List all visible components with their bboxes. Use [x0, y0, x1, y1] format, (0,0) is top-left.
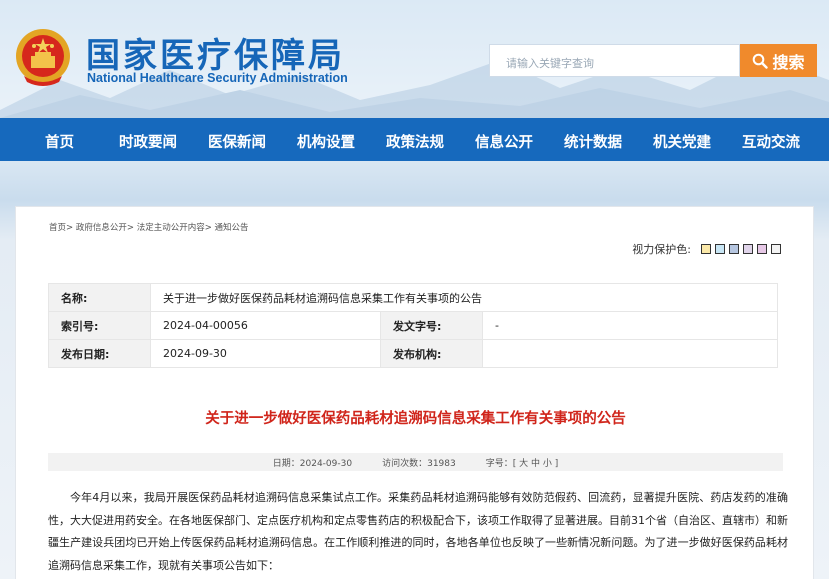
search-button[interactable]: 搜索: [740, 44, 817, 77]
vision-label: 视力保护色:: [632, 243, 691, 256]
nav-item-news[interactable]: 医保新闻: [208, 131, 266, 152]
name-label: 名称:: [48, 283, 151, 312]
date-label: 发布日期:: [48, 339, 151, 368]
color-swatch-pink[interactable]: [757, 244, 767, 254]
breadcrumb: 首页> 政府信息公开> 法定主动公开内容> 通知公告: [49, 223, 249, 233]
font-size-switch[interactable]: 字号：[ 大 中 小 ]: [486, 456, 558, 469]
nav-item-home[interactable]: 首页: [45, 131, 74, 152]
site-title[interactable]: 国家医疗保障局: [86, 28, 345, 77]
vision-protection-colors: 视力保护色:: [632, 241, 781, 257]
index-value: 2024-04-00056: [150, 311, 381, 340]
breadcrumb-disclosure[interactable]: 政府信息公开: [76, 223, 127, 233]
nav-item-organization[interactable]: 机构设置: [297, 131, 355, 152]
search-icon: [753, 53, 769, 69]
table-row: 索引号: 2024-04-00056 发文字号: -: [48, 311, 778, 340]
nav-item-politics[interactable]: 时政要闻: [119, 131, 177, 152]
color-swatch-yellow[interactable]: [701, 244, 711, 254]
document-info-table: 名称: 关于进一步做好医保药品耗材追溯码信息采集工作有关事项的公告 索引号: 2…: [48, 283, 778, 368]
search-input[interactable]: 请输入关键字查询: [489, 44, 740, 77]
breadcrumb-notices[interactable]: 通知公告: [215, 223, 249, 233]
color-swatch-slate[interactable]: [729, 244, 739, 254]
docno-value: -: [482, 311, 778, 340]
table-row: 名称: 关于进一步做好医保药品耗材追溯码信息采集工作有关事项的公告: [48, 283, 778, 312]
nav-item-policies[interactable]: 政策法规: [386, 131, 444, 152]
color-swatch-white[interactable]: [771, 244, 781, 254]
meta-views: 访问次数：31983: [382, 458, 456, 469]
docno-label: 发文字号:: [380, 311, 483, 340]
org-label: 发布机构:: [380, 339, 483, 368]
nav-item-interaction[interactable]: 互动交流: [742, 131, 800, 152]
breadcrumb-statutory[interactable]: 法定主动公开内容: [137, 223, 205, 233]
site-header: 国家医疗保障局 National Healthcare Security Adm…: [0, 0, 829, 120]
meta-date: 日期：2024-09-30: [272, 458, 353, 469]
table-row: 发布日期: 2024-09-30 发布机构:: [48, 339, 778, 368]
national-emblem-icon: [16, 29, 70, 86]
article-meta: 日期：2024-09-30 访问次数：31983 字号：[ 大 中 小 ]: [48, 453, 783, 471]
main-nav: 首页 时政要闻 医保新闻 机构设置 政策法规 信息公开 统计数据 机关党建 互动…: [0, 118, 829, 161]
nav-item-party[interactable]: 机关党建: [653, 131, 711, 152]
name-value: 关于进一步做好医保药品耗材追溯码信息采集工作有关事项的公告: [150, 283, 778, 312]
nav-item-statistics[interactable]: 统计数据: [564, 131, 622, 152]
date-value: 2024-09-30: [150, 339, 381, 368]
color-swatch-lavender[interactable]: [743, 244, 753, 254]
content-panel: 首页> 政府信息公开> 法定主动公开内容> 通知公告 视力保护色: 名称: 关于…: [15, 206, 814, 579]
site-subtitle: National Healthcare Security Administrat…: [87, 71, 348, 85]
search-button-label: 搜索: [772, 52, 805, 72]
breadcrumb-home[interactable]: 首页: [49, 223, 66, 233]
index-label: 索引号:: [48, 311, 151, 340]
article-paragraph: 今年4月以来，我局开展医保药品耗材追溯码信息采集试点工作。采集药品耗材追溯码能够…: [48, 491, 788, 572]
color-swatch-blue[interactable]: [715, 244, 725, 254]
article-title: 关于进一步做好医保药品耗材追溯码信息采集工作有关事项的公告: [205, 411, 626, 427]
org-value: [482, 339, 778, 368]
nav-item-disclosure[interactable]: 信息公开: [475, 131, 533, 152]
